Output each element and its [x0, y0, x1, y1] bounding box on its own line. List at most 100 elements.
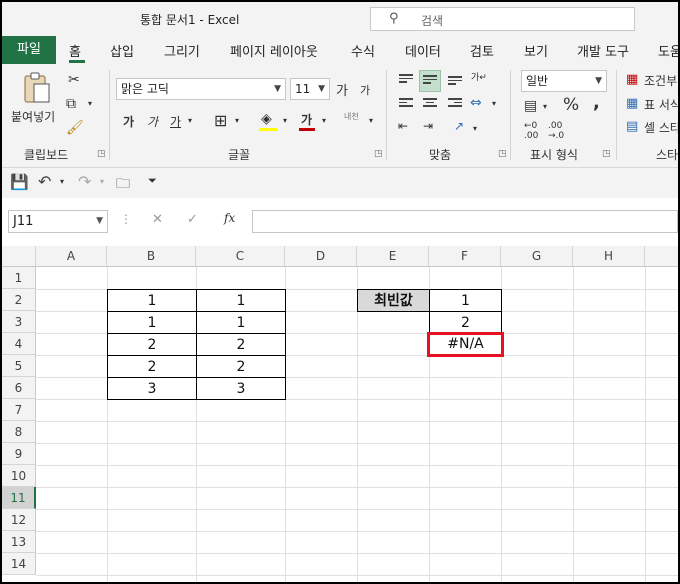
row-header-12[interactable]: 12	[2, 509, 36, 531]
align-right-icon[interactable]	[448, 98, 462, 110]
tab-review[interactable]: 검토	[470, 41, 494, 60]
tab-view[interactable]: 보기	[524, 41, 548, 60]
cell-c5[interactable]: 2	[196, 355, 286, 378]
column-header-b[interactable]: B	[107, 246, 196, 267]
cell-styles-icon[interactable]: ▤	[626, 119, 638, 134]
dialog-launcher-icon[interactable]: ◳	[374, 149, 383, 159]
row-header-8[interactable]: 8	[2, 421, 36, 443]
orientation-icon[interactable]: ↗	[454, 119, 464, 133]
cancel-icon[interactable]: ✕	[152, 212, 163, 227]
chevron-down-icon[interactable]: ▾	[235, 116, 239, 125]
chevron-down-icon[interactable]: ▾	[492, 99, 496, 108]
wrap-text-icon[interactable]: 가↵	[471, 70, 487, 83]
cell-c2[interactable]: 1	[196, 289, 286, 312]
chevron-down-icon[interactable]: ▾	[188, 116, 192, 125]
row-header-10[interactable]: 10	[2, 465, 36, 487]
chevron-down-icon[interactable]: ▾	[100, 177, 104, 186]
row-header-3[interactable]: 3	[2, 311, 36, 333]
dialog-launcher-icon[interactable]: ◳	[498, 149, 507, 159]
tab-page-layout[interactable]: 페이지 레이아웃	[230, 41, 318, 60]
percent-button[interactable]: %	[563, 95, 579, 115]
save-icon[interactable]: 💾	[10, 173, 29, 191]
paste-button-label[interactable]: 붙여넣기	[11, 108, 55, 125]
chevron-down-icon[interactable]: ▾	[543, 102, 547, 111]
column-header-h[interactable]: H	[573, 246, 645, 267]
chevron-down-icon[interactable]: ▾	[322, 116, 326, 125]
row-header-2[interactable]: 2	[2, 289, 36, 311]
cell-f4-error[interactable]: #N/A	[427, 332, 504, 357]
shrink-font-button[interactable]: 가	[360, 82, 370, 98]
folder-icon[interactable]: 🗀	[116, 173, 130, 197]
align-bottom-icon[interactable]	[448, 76, 462, 88]
column-header-g[interactable]: G	[501, 246, 573, 267]
borders-icon[interactable]: ⊞	[214, 111, 227, 130]
align-center-icon[interactable]	[423, 98, 437, 110]
column-header-f[interactable]: F	[429, 246, 501, 267]
row-header-7[interactable]: 7	[2, 399, 36, 421]
name-box[interactable]: J11 ▼	[8, 210, 108, 233]
cell-b2[interactable]: 1	[107, 289, 197, 312]
chevron-down-icon[interactable]: ▾	[473, 124, 477, 133]
formula-input[interactable]	[252, 210, 678, 233]
align-middle-icon[interactable]	[423, 75, 437, 87]
number-format-combo[interactable]: 일반 ▼	[521, 70, 607, 92]
font-size-combo[interactable]: 11 ▼	[290, 78, 330, 100]
column-header-a[interactable]: A	[36, 246, 107, 267]
merge-cells-icon[interactable]: ⇔	[470, 95, 482, 111]
row-header-13[interactable]: 13	[2, 531, 36, 553]
search-box[interactable]: ⚲ 검색	[370, 7, 635, 31]
dialog-launcher-icon[interactable]: ◳	[97, 149, 106, 159]
redo-icon[interactable]: ↷	[78, 172, 91, 191]
tab-formulas[interactable]: 수식	[351, 41, 375, 60]
dialog-launcher-icon[interactable]: ◳	[602, 149, 611, 159]
column-header-next[interactable]	[645, 246, 678, 267]
cell-b4[interactable]: 2	[107, 333, 197, 356]
tab-draw[interactable]: 그리기	[164, 41, 200, 60]
column-header-d[interactable]: D	[285, 246, 357, 267]
row-header-14[interactable]: 14	[2, 553, 36, 575]
format-table-button[interactable]: 표 서식	[644, 96, 678, 113]
font-color-button[interactable]: 가	[301, 111, 312, 128]
align-left-icon[interactable]	[399, 98, 413, 110]
paste-icon[interactable]	[20, 70, 54, 106]
increase-indent-icon[interactable]: ⇥	[423, 119, 433, 133]
chevron-down-icon[interactable]: ▾	[369, 116, 373, 125]
grow-font-button[interactable]: 가	[336, 80, 348, 99]
cell-c4[interactable]: 2	[196, 333, 286, 356]
cell-c6[interactable]: 3	[196, 377, 286, 400]
row-header-11-selected[interactable]: 11	[2, 487, 36, 509]
column-header-c[interactable]: C	[196, 246, 285, 267]
cell-f3[interactable]: 2	[429, 311, 502, 334]
fill-color-icon[interactable]: ◈	[261, 111, 272, 127]
decrease-indent-icon[interactable]: ⇤	[398, 119, 408, 133]
tab-help[interactable]: 도움	[658, 41, 678, 60]
enter-icon[interactable]: ✓	[187, 212, 198, 227]
comma-button[interactable]: ,	[593, 92, 600, 113]
cell-e2-mode-label[interactable]: 최빈값	[357, 289, 430, 312]
align-top-icon[interactable]	[399, 74, 413, 86]
cell-b6[interactable]: 3	[107, 377, 197, 400]
accounting-format-icon[interactable]: ▤	[524, 98, 537, 114]
cell-b5[interactable]: 2	[107, 355, 197, 378]
row-header-4[interactable]: 4	[2, 333, 36, 355]
row-header-5[interactable]: 5	[2, 355, 36, 377]
cell-styles-button[interactable]: 셀 스타	[644, 119, 678, 136]
cut-icon[interactable]: ✂	[68, 72, 80, 88]
tab-home[interactable]: 홈	[69, 41, 81, 60]
font-name-combo[interactable]: 맑은 고딕 ▼	[116, 78, 286, 100]
conditional-format-icon[interactable]: ▦	[626, 72, 638, 87]
row-header-1[interactable]: 1	[2, 267, 36, 289]
decrease-decimal-icon[interactable]: .00 →.0	[548, 121, 564, 141]
undo-icon[interactable]: ↶	[38, 172, 51, 191]
cell-b3[interactable]: 1	[107, 311, 197, 334]
phonetic-button[interactable]: 내천	[344, 111, 359, 122]
tab-file[interactable]: 파일	[2, 36, 56, 64]
format-painter-icon[interactable]: 🖌	[66, 120, 84, 136]
conditional-format-button[interactable]: 조건부	[644, 72, 677, 89]
chevron-down-icon[interactable]: ▾	[283, 116, 287, 125]
increase-decimal-icon[interactable]: ←0.00	[524, 121, 538, 141]
select-all-corner[interactable]	[2, 246, 36, 267]
underline-button[interactable]: 가	[170, 113, 181, 130]
tab-insert[interactable]: 삽입	[110, 41, 134, 60]
chevron-down-icon[interactable]: ▾	[88, 99, 92, 108]
